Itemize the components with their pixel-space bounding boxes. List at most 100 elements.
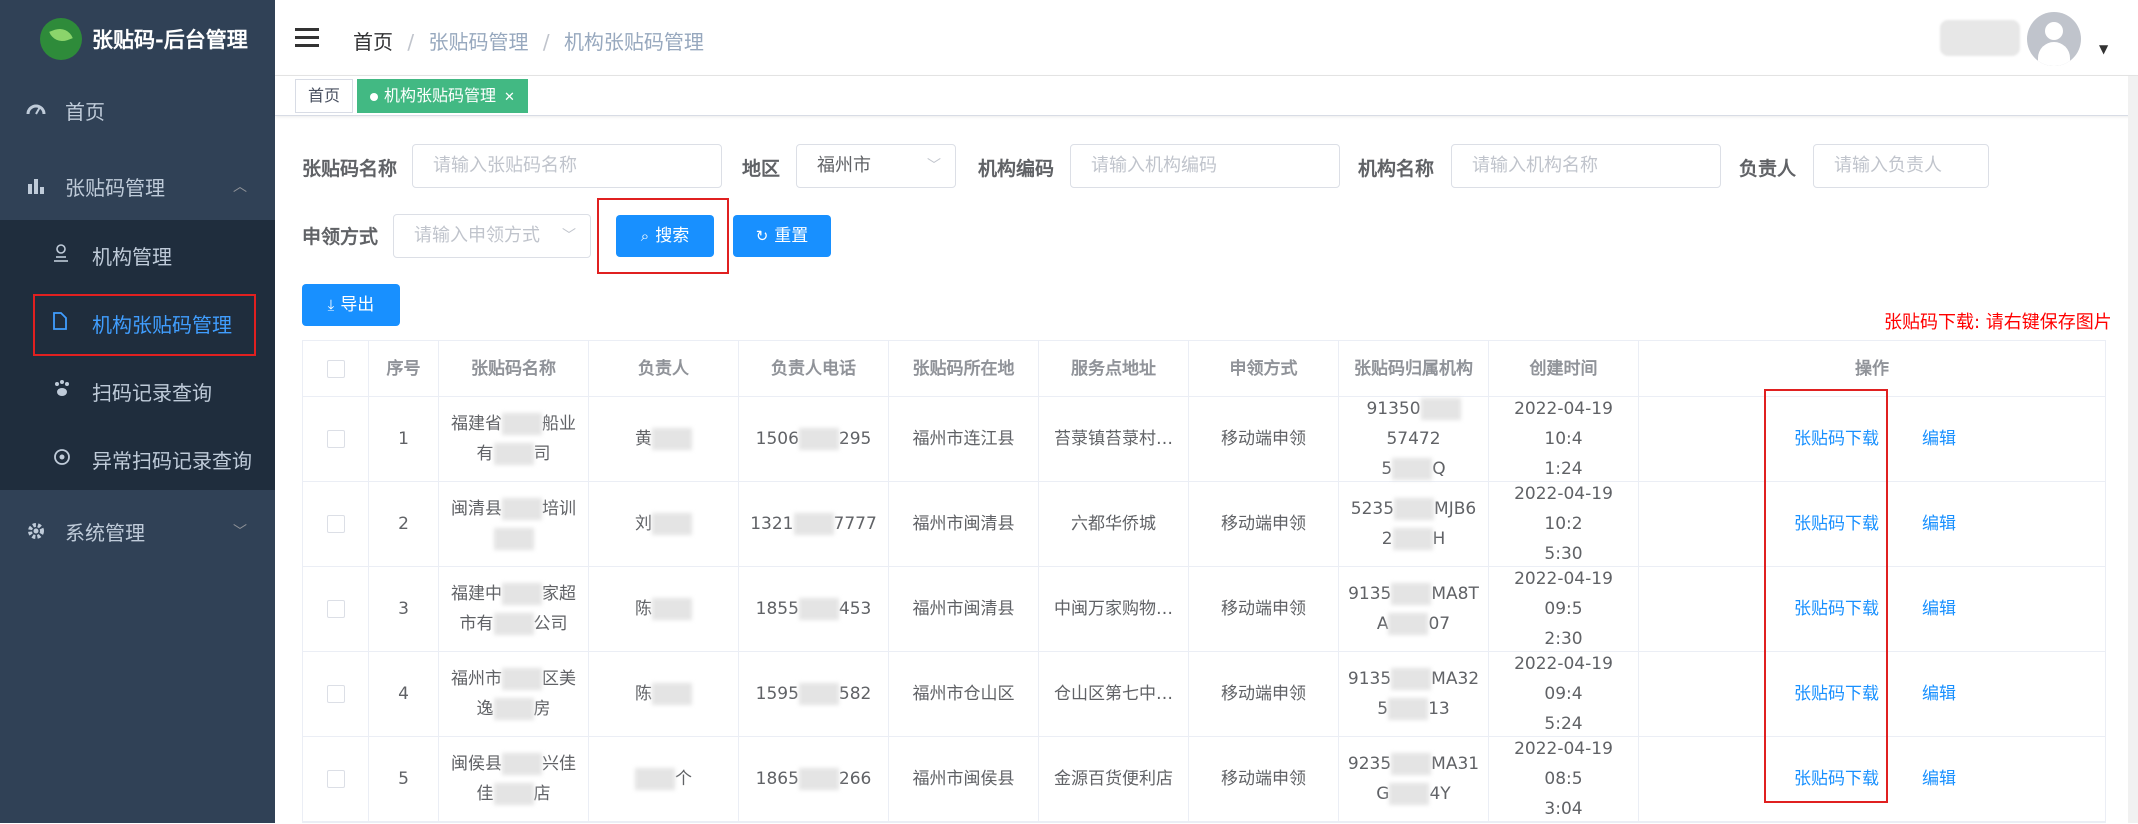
sidebar-item-org-management[interactable]: 机构管理: [0, 220, 275, 288]
owner-org-cell: 91350 57472 5 Q: [1339, 397, 1489, 481]
redacted-blur: [793, 513, 834, 535]
cell-text: 7777: [833, 514, 877, 534]
redacted-blur: [635, 768, 675, 790]
app-title: 张贴码-后台管理: [92, 28, 248, 52]
download-notice: 张贴码下载: 请右键保存图片: [1884, 312, 2112, 333]
tag-home[interactable]: 首页: [295, 79, 354, 113]
address-cell: 苔菉镇苔菉村…: [1039, 397, 1189, 481]
cell-text: MA32: [1431, 669, 1480, 689]
edit-link[interactable]: 编辑: [1922, 679, 1956, 709]
apply-method-select[interactable]: 请输入申领方式 ﹀: [393, 214, 591, 258]
redacted-blur: [1392, 458, 1433, 480]
avatar[interactable]: [2027, 12, 2081, 66]
redacted-blur: [493, 443, 534, 465]
gear-icon: [25, 520, 47, 542]
cell-text: 刘: [635, 514, 652, 534]
cell-text: MA31: [1431, 754, 1480, 774]
edit-link[interactable]: 编辑: [1922, 594, 1956, 624]
redacted-blur: [502, 498, 542, 520]
cell-text: H: [1432, 529, 1446, 549]
cell-text: 5: [1377, 699, 1389, 719]
created-time-cell: 2022-04-19 10:4 1:24: [1489, 397, 1639, 481]
cell-text: 公司: [533, 614, 568, 634]
cell-text: 2: [398, 514, 409, 534]
reset-button-label: 重置: [774, 226, 809, 246]
cell-text: 移动端申领: [1221, 599, 1306, 619]
page-scrollbar[interactable]: [2128, 76, 2138, 823]
redacted-blur: [502, 668, 542, 690]
edit-link[interactable]: 编辑: [1922, 424, 1956, 454]
sidebar-item-abnormal-scan-records[interactable]: 异常扫码记录查询: [0, 424, 275, 492]
sidebar: 张贴码-后台管理 首页 张贴码管理 ︿ 机构管理 机构张贴码管理 扫码记录查询 …: [0, 0, 275, 823]
edit-link[interactable]: 编辑: [1922, 764, 1956, 794]
sidebar-item-scan-records[interactable]: 扫码记录查询: [0, 356, 275, 424]
cell-text: A: [1376, 614, 1389, 634]
code-name-cell: 福建中 家超 市有 公司: [439, 567, 589, 651]
sidebar-item-label: 首页: [65, 99, 105, 124]
row-checkbox[interactable]: [326, 685, 345, 703]
redacted-blur: [1392, 528, 1433, 550]
sidebar-item-code-management[interactable]: 张贴码管理 ︿: [0, 152, 275, 220]
cell-text: 1855: [755, 599, 799, 619]
redacted-blur: [502, 583, 542, 605]
close-icon[interactable]: ✕: [504, 90, 515, 105]
code-name-input[interactable]: 请输入张贴码名称: [412, 144, 722, 188]
cell-text: 5:24: [1544, 714, 1583, 734]
export-button[interactable]: ⤓ 导出: [302, 284, 400, 326]
reset-button[interactable]: ↻ 重置: [733, 215, 831, 257]
region-select[interactable]: 福州市 ﹀: [796, 144, 956, 188]
org-code-input[interactable]: 请输入机构编码: [1070, 144, 1340, 188]
phone-cell: 1321 7777: [739, 482, 889, 566]
location-cell: 福州市闽清县: [889, 567, 1039, 651]
tag-label: 首页: [308, 86, 341, 105]
edit-link[interactable]: 编辑: [1922, 509, 1956, 539]
person-cell: 黄: [589, 397, 739, 481]
redacted-blur: [1394, 498, 1435, 520]
sidebar-item-system-management[interactable]: 系统管理 ﹀: [0, 497, 275, 565]
cell-text: 5: [1381, 459, 1393, 479]
column-header: 张贴码归属机构: [1339, 341, 1489, 396]
tag-org-code-management[interactable]: 机构张贴码管理 ✕: [357, 79, 528, 113]
select-all-checkbox[interactable]: [326, 359, 345, 378]
column-header: 张贴码名称: [439, 341, 589, 396]
column-header: 负责人: [589, 341, 739, 396]
cell-text: 266: [838, 769, 872, 789]
row-checkbox[interactable]: [326, 430, 345, 448]
row-checkbox[interactable]: [326, 600, 345, 618]
redacted-blur: [493, 698, 534, 720]
row-checkbox[interactable]: [326, 515, 345, 533]
phone-cell: 1595 582: [739, 652, 889, 736]
column-header: 操作: [1855, 358, 1889, 379]
cell-text: 培训: [542, 499, 576, 519]
created-time-cell: 2022-04-19 09:4 5:24: [1489, 652, 1639, 736]
cell-text: 1506: [755, 429, 799, 449]
cell-text: 司: [533, 444, 551, 464]
cell-text: 9135: [1347, 669, 1392, 689]
select-all-cell: [303, 341, 369, 396]
cell-text: 福建中: [451, 584, 502, 604]
cell-text: 个: [675, 769, 692, 789]
hamburger-menu-icon[interactable]: [295, 28, 319, 48]
owner-org-cell: 9235 MA31 G 4Y: [1339, 737, 1489, 821]
code-name-label: 张贴码名称: [302, 158, 398, 180]
location-cell: 福州市闽清县: [889, 482, 1039, 566]
column-header: 张贴码所在地: [889, 341, 1039, 396]
person-input[interactable]: 请输入负责人: [1813, 144, 1989, 188]
caret-down-icon[interactable]: ▼: [2099, 42, 2108, 56]
cell-text: 金源百货便利店: [1054, 769, 1173, 789]
org-name-input[interactable]: 请输入机构名称: [1451, 144, 1721, 188]
row-checkbox[interactable]: [326, 770, 345, 788]
breadcrumb-home[interactable]: 首页: [353, 30, 393, 54]
cell-text: 9235: [1347, 754, 1392, 774]
redacted-blur: [798, 428, 839, 450]
app-logo[interactable]: 张贴码-后台管理: [0, 0, 275, 76]
cell-text: 移动端申领: [1221, 429, 1306, 449]
leaf-logo-icon: [40, 18, 82, 60]
cell-text: 91350: [1366, 399, 1421, 419]
cell-text: 黄: [635, 429, 652, 449]
highlight-box: [1764, 389, 1888, 803]
sidebar-item-home[interactable]: 首页: [0, 76, 275, 144]
location-cell: 福州市闽侯县: [889, 737, 1039, 821]
cell-text: 家超: [542, 584, 576, 604]
sidebar-item-label: 系统管理: [65, 520, 145, 545]
